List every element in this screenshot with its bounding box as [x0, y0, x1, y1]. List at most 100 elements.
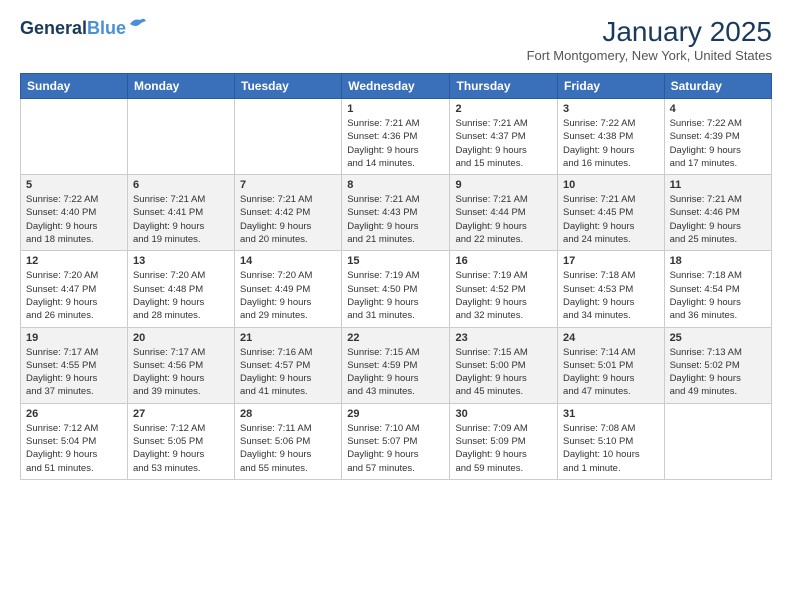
day-number: 11 [670, 179, 766, 191]
day-info: Sunrise: 7:16 AM Sunset: 4:57 PM Dayligh… [240, 346, 336, 399]
calendar-cell: 13 Sunrise: 7:20 AM Sunset: 4:48 PM Dayli… [127, 251, 234, 327]
calendar-cell: 27 Sunrise: 7:12 AM Sunset: 5:05 PM Dayli… [127, 403, 234, 479]
day-info: Sunrise: 7:14 AM Sunset: 5:01 PM Dayligh… [563, 346, 659, 399]
calendar-cell: 15 Sunrise: 7:19 AM Sunset: 4:50 PM Dayli… [342, 251, 450, 327]
day-number: 27 [133, 408, 229, 420]
day-info: Sunrise: 7:15 AM Sunset: 4:59 PM Dayligh… [347, 346, 444, 399]
calendar-week-row: 12 Sunrise: 7:20 AM Sunset: 4:47 PM Dayli… [21, 251, 772, 327]
day-info: Sunrise: 7:21 AM Sunset: 4:46 PM Dayligh… [670, 193, 766, 246]
day-info: Sunrise: 7:17 AM Sunset: 4:55 PM Dayligh… [26, 346, 122, 399]
day-info: Sunrise: 7:12 AM Sunset: 5:05 PM Dayligh… [133, 422, 229, 475]
day-number: 4 [670, 103, 766, 115]
col-header-friday: Friday [558, 74, 665, 99]
day-info: Sunrise: 7:20 AM Sunset: 4:48 PM Dayligh… [133, 269, 229, 322]
calendar-cell: 3 Sunrise: 7:22 AM Sunset: 4:38 PM Daylig… [558, 99, 665, 175]
day-number: 6 [133, 179, 229, 191]
header: GeneralBlue January 2025 Fort Montgomery… [20, 16, 772, 63]
day-number: 16 [455, 255, 552, 267]
calendar-week-row: 26Sunrise: 7:12 AM Sunset: 5:04 PM Dayli… [21, 403, 772, 479]
day-info: Sunrise: 7:18 AM Sunset: 4:54 PM Dayligh… [670, 269, 766, 322]
calendar-cell: 24 Sunrise: 7:14 AM Sunset: 5:01 PM Dayli… [558, 327, 665, 403]
calendar-cell: 1 Sunrise: 7:21 AM Sunset: 4:36 PM Daylig… [342, 99, 450, 175]
calendar-cell: 25 Sunrise: 7:13 AM Sunset: 5:02 PM Dayli… [664, 327, 771, 403]
calendar-cell [127, 99, 234, 175]
day-number: 23 [455, 332, 552, 344]
calendar-cell: 2 Sunrise: 7:21 AM Sunset: 4:37 PM Daylig… [450, 99, 558, 175]
day-number: 19 [26, 332, 122, 344]
day-number: 17 [563, 255, 659, 267]
day-number: 10 [563, 179, 659, 191]
day-info: Sunrise: 7:21 AM Sunset: 4:42 PM Dayligh… [240, 193, 336, 246]
calendar: SundayMondayTuesdayWednesdayThursdayFrid… [20, 73, 772, 480]
calendar-cell: 12 Sunrise: 7:20 AM Sunset: 4:47 PM Dayli… [21, 251, 128, 327]
calendar-cell: 9 Sunrise: 7:21 AM Sunset: 4:44 PM Daylig… [450, 175, 558, 251]
day-number: 25 [670, 332, 766, 344]
day-info: Sunrise: 7:21 AM Sunset: 4:36 PM Dayligh… [347, 117, 444, 170]
day-number: 13 [133, 255, 229, 267]
day-number: 15 [347, 255, 444, 267]
calendar-cell: 7 Sunrise: 7:21 AM Sunset: 4:42 PM Daylig… [235, 175, 342, 251]
day-info: Sunrise: 7:22 AM Sunset: 4:38 PM Dayligh… [563, 117, 659, 170]
col-header-saturday: Saturday [664, 74, 771, 99]
calendar-cell: 14Sunrise: 7:20 AM Sunset: 4:49 PM Dayli… [235, 251, 342, 327]
day-info: Sunrise: 7:20 AM Sunset: 4:49 PM Dayligh… [240, 269, 336, 322]
day-info: Sunrise: 7:19 AM Sunset: 4:50 PM Dayligh… [347, 269, 444, 322]
day-info: Sunrise: 7:17 AM Sunset: 4:56 PM Dayligh… [133, 346, 229, 399]
day-number: 21 [240, 332, 336, 344]
day-number: 26 [26, 408, 122, 420]
calendar-cell: 31 Sunrise: 7:08 AM Sunset: 5:10 PM Dayli… [558, 403, 665, 479]
day-info: Sunrise: 7:21 AM Sunset: 4:44 PM Dayligh… [455, 193, 552, 246]
page: GeneralBlue January 2025 Fort Montgomery… [0, 0, 792, 496]
day-number: 3 [563, 103, 659, 115]
calendar-cell: 8 Sunrise: 7:21 AM Sunset: 4:43 PM Daylig… [342, 175, 450, 251]
logo-bird-icon [128, 16, 148, 32]
day-info: Sunrise: 7:10 AM Sunset: 5:07 PM Dayligh… [347, 422, 444, 475]
calendar-cell: 23 Sunrise: 7:15 AM Sunset: 5:00 PM Dayli… [450, 327, 558, 403]
col-header-tuesday: Tuesday [235, 74, 342, 99]
day-number: 8 [347, 179, 444, 191]
day-number: 9 [455, 179, 552, 191]
day-number: 18 [670, 255, 766, 267]
day-number: 31 [563, 408, 659, 420]
calendar-cell: 6Sunrise: 7:21 AM Sunset: 4:41 PM Daylig… [127, 175, 234, 251]
day-info: Sunrise: 7:19 AM Sunset: 4:52 PM Dayligh… [455, 269, 552, 322]
calendar-header-row: SundayMondayTuesdayWednesdayThursdayFrid… [21, 74, 772, 99]
calendar-week-row: 5 Sunrise: 7:22 AM Sunset: 4:40 PM Daylig… [21, 175, 772, 251]
day-info: Sunrise: 7:22 AM Sunset: 4:39 PM Dayligh… [670, 117, 766, 170]
day-number: 22 [347, 332, 444, 344]
day-info: Sunrise: 7:21 AM Sunset: 4:37 PM Dayligh… [455, 117, 552, 170]
calendar-cell: 20 Sunrise: 7:17 AM Sunset: 4:56 PM Dayli… [127, 327, 234, 403]
logo-text: GeneralBlue [20, 19, 126, 37]
calendar-cell: 11 Sunrise: 7:21 AM Sunset: 4:46 PM Dayli… [664, 175, 771, 251]
col-header-sunday: Sunday [21, 74, 128, 99]
calendar-cell: 5 Sunrise: 7:22 AM Sunset: 4:40 PM Daylig… [21, 175, 128, 251]
day-info: Sunrise: 7:09 AM Sunset: 5:09 PM Dayligh… [455, 422, 552, 475]
day-number: 7 [240, 179, 336, 191]
calendar-cell: 28Sunrise: 7:11 AM Sunset: 5:06 PM Dayli… [235, 403, 342, 479]
day-info: Sunrise: 7:18 AM Sunset: 4:53 PM Dayligh… [563, 269, 659, 322]
month-title: January 2025 [527, 16, 772, 48]
calendar-cell: 29 Sunrise: 7:10 AM Sunset: 5:07 PM Dayli… [342, 403, 450, 479]
day-info: Sunrise: 7:08 AM Sunset: 5:10 PM Dayligh… [563, 422, 659, 475]
day-number: 29 [347, 408, 444, 420]
day-number: 2 [455, 103, 552, 115]
calendar-cell: 10Sunrise: 7:21 AM Sunset: 4:45 PM Dayli… [558, 175, 665, 251]
day-info: Sunrise: 7:13 AM Sunset: 5:02 PM Dayligh… [670, 346, 766, 399]
col-header-wednesday: Wednesday [342, 74, 450, 99]
day-info: Sunrise: 7:15 AM Sunset: 5:00 PM Dayligh… [455, 346, 552, 399]
day-number: 12 [26, 255, 122, 267]
calendar-cell: 16 Sunrise: 7:19 AM Sunset: 4:52 PM Dayli… [450, 251, 558, 327]
calendar-cell: 17 Sunrise: 7:18 AM Sunset: 4:53 PM Dayli… [558, 251, 665, 327]
day-info: Sunrise: 7:20 AM Sunset: 4:47 PM Dayligh… [26, 269, 122, 322]
day-info: Sunrise: 7:21 AM Sunset: 4:43 PM Dayligh… [347, 193, 444, 246]
col-header-thursday: Thursday [450, 74, 558, 99]
calendar-cell: 19 Sunrise: 7:17 AM Sunset: 4:55 PM Dayli… [21, 327, 128, 403]
day-info: Sunrise: 7:22 AM Sunset: 4:40 PM Dayligh… [26, 193, 122, 246]
day-number: 20 [133, 332, 229, 344]
day-number: 5 [26, 179, 122, 191]
day-number: 24 [563, 332, 659, 344]
col-header-monday: Monday [127, 74, 234, 99]
title-area: January 2025 Fort Montgomery, New York, … [527, 16, 772, 63]
logo: GeneralBlue [20, 16, 148, 40]
day-number: 1 [347, 103, 444, 115]
